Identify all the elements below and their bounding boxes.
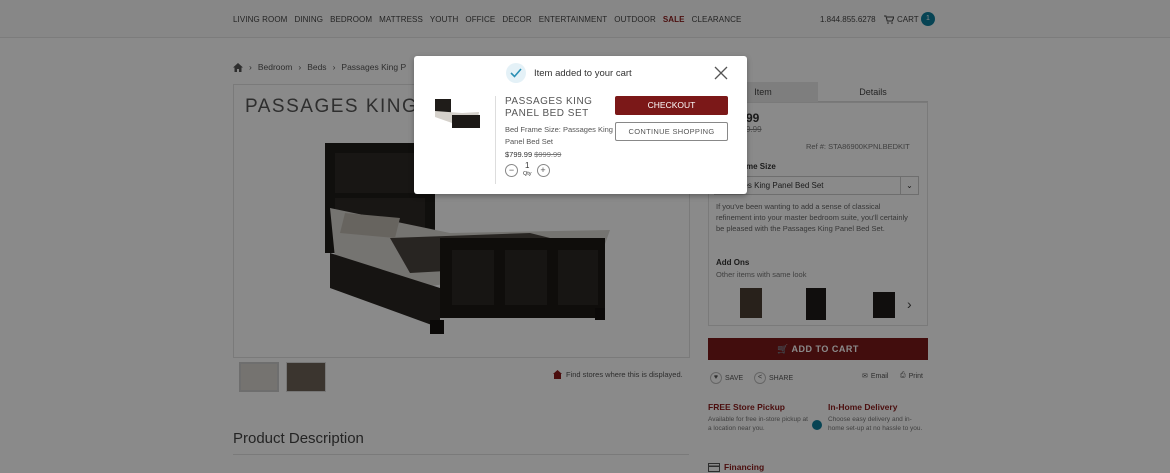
decrement-button[interactable]: − — [505, 163, 518, 177]
quantity-label: Qty — [523, 171, 532, 177]
cart-item-frame-size: Bed Frame Size: Passages King Panel Bed … — [505, 125, 613, 146]
cart-item-price: $799.99 $999.99 — [505, 150, 561, 159]
quantity-value: 1 — [525, 161, 530, 170]
checkmark-icon — [506, 63, 526, 83]
checkout-button[interactable]: CHECKOUT — [615, 96, 728, 115]
close-icon[interactable] — [714, 66, 728, 80]
modal-header: Item added to your cart — [506, 63, 632, 83]
cart-item-current-price: $799.99 — [505, 150, 533, 159]
modal-title: Item added to your cart — [534, 67, 632, 79]
cart-item-name: PASSAGES KING PANEL BED SET — [505, 96, 593, 119]
divider — [495, 96, 496, 184]
cart-item-old-price: $999.99 — [534, 150, 562, 159]
quantity-stepper: − 1 Qty + — [505, 162, 550, 178]
continue-shopping-button[interactable]: CONTINUE SHOPPING — [615, 122, 728, 141]
increment-button[interactable]: + — [536, 163, 550, 177]
cart-item-thumbnail — [435, 99, 480, 128]
added-to-cart-modal: Item added to your cart PASSAGES KING PA… — [414, 56, 747, 194]
quantity-display: 1 Qty — [523, 162, 532, 178]
